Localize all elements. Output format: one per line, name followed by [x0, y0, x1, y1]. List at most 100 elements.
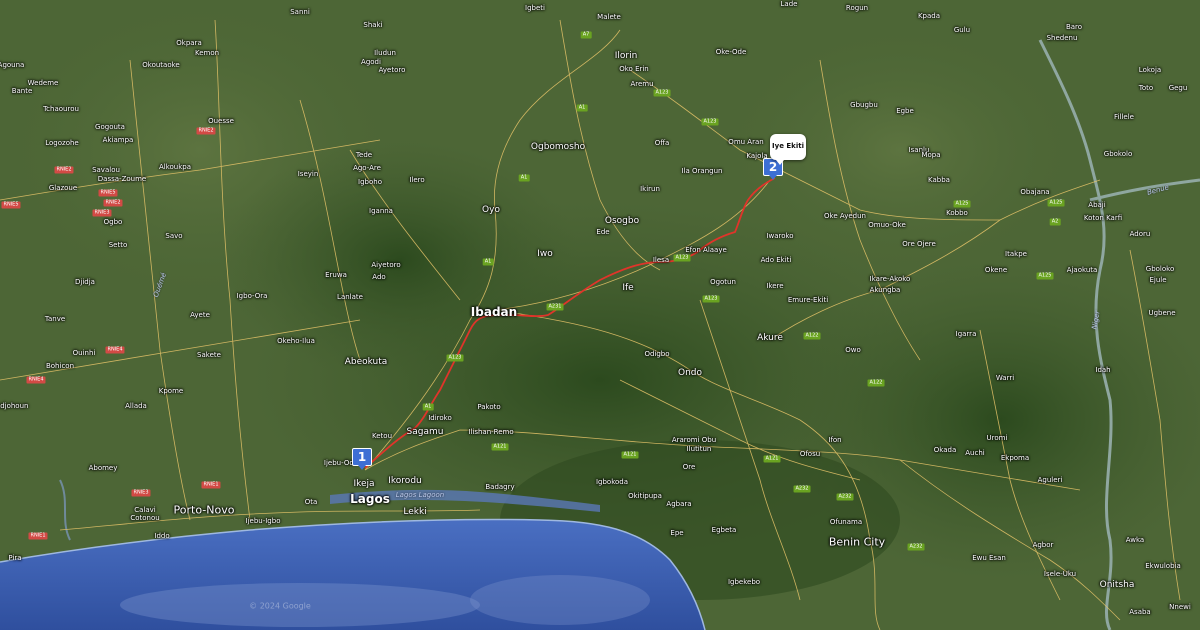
road-shield: RNIE4	[105, 346, 125, 354]
town-label: Owo	[845, 346, 861, 354]
town-label: Awka	[1125, 536, 1145, 544]
road-shield: RNIE1	[201, 481, 221, 489]
town-label: Igbokoda	[595, 478, 629, 486]
town-label: Okitipupa	[628, 492, 662, 500]
town-label: Ajaokuta	[1066, 266, 1098, 274]
town-label: Nnewi	[1169, 603, 1191, 611]
marker-pointer-icon	[769, 175, 777, 180]
town-label: Igbo-Ora	[236, 292, 268, 300]
road-shield: A1	[518, 174, 530, 182]
road-shield: A7	[580, 31, 592, 39]
road-shield: RNIE2	[196, 127, 216, 135]
town-label: Gegu	[1168, 84, 1188, 92]
town-label: Okene	[984, 266, 1008, 274]
town-label: Adoru	[1129, 230, 1151, 238]
town-label: Ejule	[1149, 276, 1167, 284]
town-label: Okpara	[176, 39, 202, 47]
road-shield: A121	[491, 443, 509, 451]
road-shield: A231	[546, 303, 564, 311]
town-label: Ila Orangun	[681, 167, 723, 175]
town-label: Uromi	[986, 434, 1008, 442]
marker-pointer-icon	[358, 465, 366, 470]
town-label: Adjohoun	[0, 402, 29, 410]
city-label: Ogbomosho	[530, 142, 586, 152]
road-shield: RNIE3	[92, 209, 112, 217]
town-label: Okoutaoke	[142, 61, 180, 69]
town-label: Ekpoma	[1000, 454, 1030, 462]
town-label: Ago-Are	[353, 164, 381, 172]
city-label: Iwo	[537, 249, 553, 259]
town-label: Ikare-Akoko	[869, 275, 911, 283]
city-label: Ibadan	[470, 305, 518, 319]
city-label: Onitsha	[1099, 580, 1135, 590]
city-label: Abeokuta	[344, 357, 388, 367]
town-label: Ofunama	[829, 518, 863, 526]
town-label: Glazoue	[48, 184, 78, 192]
city-label: Ife	[622, 283, 634, 293]
town-label: Ifon	[828, 436, 842, 444]
town-label: Kpome	[158, 387, 184, 395]
town-label: Aiyetoro	[371, 261, 401, 269]
town-label: Oke Ayedun	[824, 212, 866, 220]
town-label: Idiroko	[428, 414, 452, 422]
city-label: Porto-Novo	[173, 503, 235, 517]
road-shield: RNIE1	[28, 532, 48, 540]
destination-callout[interactable]: Iye Ekiti	[770, 134, 806, 165]
town-label: Aremu	[630, 80, 654, 88]
town-label: Kemon	[194, 49, 220, 57]
town-label: Lanlate	[337, 293, 363, 301]
town-label: Alkoukpa	[158, 163, 192, 171]
road-shield: RNIE3	[131, 489, 151, 497]
route-start-marker[interactable]: 1	[352, 448, 372, 470]
town-label: Shedenu	[1046, 34, 1078, 42]
town-label: Ofosu	[799, 450, 821, 458]
town-label: Abomey	[88, 464, 118, 472]
town-label: Ayetoro	[378, 66, 406, 74]
town-label: Odigbo	[644, 350, 670, 358]
town-label: Igboho	[358, 178, 382, 186]
city-label: Ilorin	[614, 51, 638, 61]
town-label: Koton Karfi	[1083, 214, 1123, 222]
town-label: Ilutitun	[686, 445, 712, 453]
town-label: Ugbene	[1148, 309, 1176, 317]
town-label: Iludun	[374, 49, 396, 57]
road-shield: A121	[621, 451, 639, 459]
town-label: Fillele	[1114, 113, 1134, 121]
town-label: Omu Aran	[728, 138, 764, 146]
town-label: Abaji	[1088, 201, 1106, 209]
city-label: Benin City	[828, 535, 886, 549]
town-label: Emure-Ekiti	[787, 296, 829, 304]
town-label: Araromi Obu	[671, 436, 717, 444]
town-label: Ewu Esan	[972, 554, 1006, 562]
town-label: Lokoja	[1138, 66, 1162, 74]
town-label: Iseyin	[297, 170, 319, 178]
town-label: Shaki	[363, 21, 383, 29]
town-label: Oko Erin	[619, 65, 649, 73]
road-shield: A232	[836, 493, 854, 501]
water-label: Lagos Lagoon	[395, 491, 445, 499]
town-label: Savo	[165, 232, 183, 240]
map-view[interactable]: Ibadan Lagos Porto-Novo Benin City Akure…	[0, 0, 1200, 630]
town-label: Bohicon	[45, 362, 75, 370]
town-label: Eruwa	[325, 271, 347, 279]
town-label: Igbeti	[525, 4, 545, 12]
town-label: Gulu	[953, 26, 971, 34]
town-label: Aguleri	[1037, 476, 1063, 484]
town-label: Idah	[1095, 366, 1111, 374]
road-shield: A1	[422, 403, 434, 411]
town-label: Djidja	[75, 278, 95, 286]
town-label: Malete	[597, 13, 621, 21]
city-label: Lagos	[350, 492, 390, 506]
town-label: Tede	[355, 151, 373, 159]
town-label: Cotonou	[130, 514, 160, 522]
town-label: Ogbo	[103, 218, 123, 226]
road-shield: A123	[702, 295, 720, 303]
road-shield: RNIE2	[103, 199, 123, 207]
road-shield: A232	[907, 543, 925, 551]
city-label: Lekki	[403, 507, 427, 517]
town-label: Gogouta	[95, 123, 125, 131]
city-label: Ondo	[677, 368, 703, 378]
town-label: Pira	[8, 554, 22, 562]
town-label: Egbeta	[711, 526, 737, 534]
town-label: Warri	[995, 374, 1015, 382]
